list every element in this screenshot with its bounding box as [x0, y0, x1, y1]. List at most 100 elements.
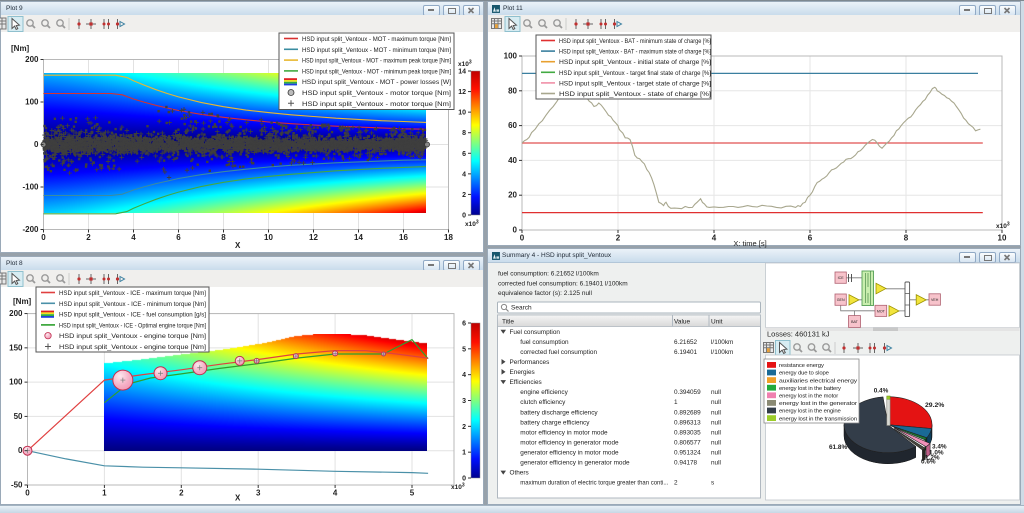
svg-text:x103: x103 — [451, 483, 465, 492]
svg-text:0.893035: 0.893035 — [674, 429, 701, 436]
svg-text:Losses: 460131 kJ: Losses: 460131 kJ — [767, 330, 830, 339]
svg-text:X: X — [235, 241, 241, 250]
svg-text:-200: -200 — [22, 225, 39, 234]
svg-text:3: 3 — [462, 398, 466, 405]
svg-text:20: 20 — [508, 191, 517, 200]
svg-text:HSD input split_Ventoux - ICE: HSD input split_Ventoux - ICE - maximum … — [59, 290, 206, 297]
svg-text:0.951324: 0.951324 — [674, 450, 701, 457]
svg-text:x103: x103 — [458, 60, 472, 69]
svg-text:5: 5 — [410, 489, 415, 498]
svg-text:4: 4 — [712, 234, 717, 243]
svg-text:8: 8 — [904, 234, 909, 243]
svg-text:HSD input split_Ventoux - MOT: HSD input split_Ventoux - MOT - maximum … — [302, 58, 451, 65]
svg-text:MOT: MOT — [877, 309, 886, 313]
svg-text:4: 4 — [333, 489, 338, 498]
svg-text:0: 0 — [462, 213, 466, 220]
svg-text:corrected fuel consumption: corrected fuel consumption — [520, 349, 597, 356]
svg-text:Others: Others — [510, 470, 529, 477]
svg-text:equivalence factor (s): 2.125: equivalence factor (s): 2.125 null — [498, 290, 592, 297]
svg-text:energy lost in the engine: energy lost in the engine — [779, 409, 842, 415]
svg-text:null: null — [711, 439, 721, 446]
svg-text:100: 100 — [9, 378, 23, 387]
svg-text:x103: x103 — [465, 220, 479, 229]
svg-text:Performances: Performances — [510, 359, 550, 366]
svg-text:0: 0 — [41, 233, 46, 242]
svg-text:l/100km: l/100km — [711, 339, 733, 346]
svg-text:[Nm]: [Nm] — [13, 297, 32, 306]
svg-text:0.892689: 0.892689 — [674, 409, 701, 416]
svg-text:0.94178: 0.94178 — [674, 460, 698, 467]
svg-text:l/100km: l/100km — [711, 349, 733, 356]
svg-text:HSD input split_Ventoux - ICE: HSD input split_Ventoux - ICE - Optimal … — [59, 322, 206, 329]
svg-text:maximum duration of electric t: maximum duration of electric torque grea… — [520, 480, 668, 487]
svg-text:2: 2 — [86, 233, 91, 242]
svg-text:14: 14 — [458, 69, 466, 76]
svg-text:18: 18 — [444, 233, 453, 242]
svg-text:10: 10 — [458, 110, 466, 117]
svg-text:x103: x103 — [996, 222, 1010, 231]
svg-text:VEH: VEH — [931, 298, 939, 302]
svg-text:energy lost in the transmissio: energy lost in the transmission — [779, 416, 857, 422]
svg-text:null: null — [711, 399, 721, 406]
svg-text:10: 10 — [264, 233, 273, 242]
svg-text:null: null — [711, 389, 721, 396]
svg-text:1: 1 — [102, 489, 107, 498]
svg-text:null: null — [711, 409, 721, 416]
svg-text:0: 0 — [462, 476, 466, 483]
svg-text:0.896313: 0.896313 — [674, 419, 701, 426]
svg-text:energy lost in the generator: energy lost in the generator — [779, 401, 857, 407]
svg-text:200: 200 — [9, 309, 23, 318]
svg-text:6: 6 — [176, 233, 181, 242]
svg-text:4: 4 — [462, 372, 466, 379]
svg-text:HSD input split_Ventoux - BAT: HSD input split_Ventoux - BAT - maximum … — [559, 49, 711, 56]
svg-text:HSD input split_Ventoux - BAT: HSD input split_Ventoux - BAT - minimum … — [559, 38, 711, 45]
svg-text:2: 2 — [462, 424, 466, 431]
svg-text:61.8%: 61.8% — [829, 444, 847, 451]
svg-text:null: null — [711, 460, 721, 467]
svg-text:-50: -50 — [11, 480, 23, 489]
svg-text:6: 6 — [462, 151, 466, 158]
svg-text:battery discharge efficiency: battery discharge efficiency — [520, 409, 598, 416]
svg-text:HSD input split_Ventoux - ICE: HSD input split_Ventoux - ICE - fuel con… — [59, 312, 206, 319]
svg-text:40: 40 — [508, 156, 517, 165]
svg-text:-100: -100 — [22, 183, 39, 192]
svg-text:battery charge efficiency: battery charge efficiency — [520, 419, 590, 426]
svg-text:HSD input split_Ventoux - stat: HSD input split_Ventoux - state of charg… — [559, 91, 711, 98]
svg-text:0: 0 — [513, 226, 518, 235]
svg-text:fuel consumption: fuel consumption — [520, 339, 569, 346]
svg-text:2: 2 — [179, 489, 184, 498]
svg-text:HSD input split_Ventoux - MOT: HSD input split_Ventoux - MOT - minimum … — [302, 47, 451, 54]
svg-text:HSD input split_Ventoux - init: HSD input split_Ventoux - initial state … — [559, 59, 711, 66]
svg-text:energy lost in the battery: energy lost in the battery — [779, 386, 841, 392]
svg-text:6.21652: 6.21652 — [674, 339, 698, 346]
svg-text:HSD input split_Ventoux - MOT: HSD input split_Ventoux - MOT - maximum … — [302, 36, 451, 43]
svg-text:0: 0 — [18, 446, 23, 455]
svg-text:14: 14 — [354, 233, 363, 242]
svg-text:6.19401: 6.19401 — [674, 349, 698, 356]
svg-text:X: X — [235, 494, 241, 503]
svg-text:1: 1 — [462, 450, 466, 457]
svg-text:null: null — [711, 419, 721, 426]
svg-text:HSD input split_Ventoux - engi: HSD input split_Ventoux - engine torque … — [59, 344, 206, 351]
svg-text:HSD input split_Ventoux - engi: HSD input split_Ventoux - engine torque … — [59, 333, 206, 340]
svg-text:60: 60 — [508, 121, 517, 130]
svg-text:150: 150 — [9, 343, 23, 352]
svg-text:100: 100 — [25, 98, 39, 107]
svg-text:energy due to slope: energy due to slope — [779, 371, 830, 377]
svg-text:0: 0 — [520, 234, 525, 243]
svg-text:HSD input split_Ventoux - moto: HSD input split_Ventoux - motor torque [… — [302, 90, 451, 97]
svg-text:HSD input split_Ventoux - ICE: HSD input split_Ventoux - ICE - minimum … — [59, 301, 206, 308]
svg-text:8: 8 — [462, 130, 466, 137]
svg-text:16: 16 — [399, 233, 408, 242]
svg-text:80: 80 — [508, 86, 517, 95]
svg-text:Efficiencies: Efficiencies — [510, 379, 542, 386]
svg-text:12: 12 — [309, 233, 318, 242]
svg-text:null: null — [711, 429, 721, 436]
svg-text:generator efficiency in motor: generator efficiency in motor mode — [520, 450, 619, 457]
svg-text:5: 5 — [462, 346, 466, 353]
svg-text:Value: Value — [674, 319, 691, 326]
svg-text:X: time [s]: X: time [s] — [733, 239, 766, 248]
svg-text:energy lost in the motor: energy lost in the motor — [779, 394, 838, 400]
svg-text:0.6%: 0.6% — [921, 459, 936, 466]
svg-text:[Nm]: [Nm] — [11, 44, 30, 53]
